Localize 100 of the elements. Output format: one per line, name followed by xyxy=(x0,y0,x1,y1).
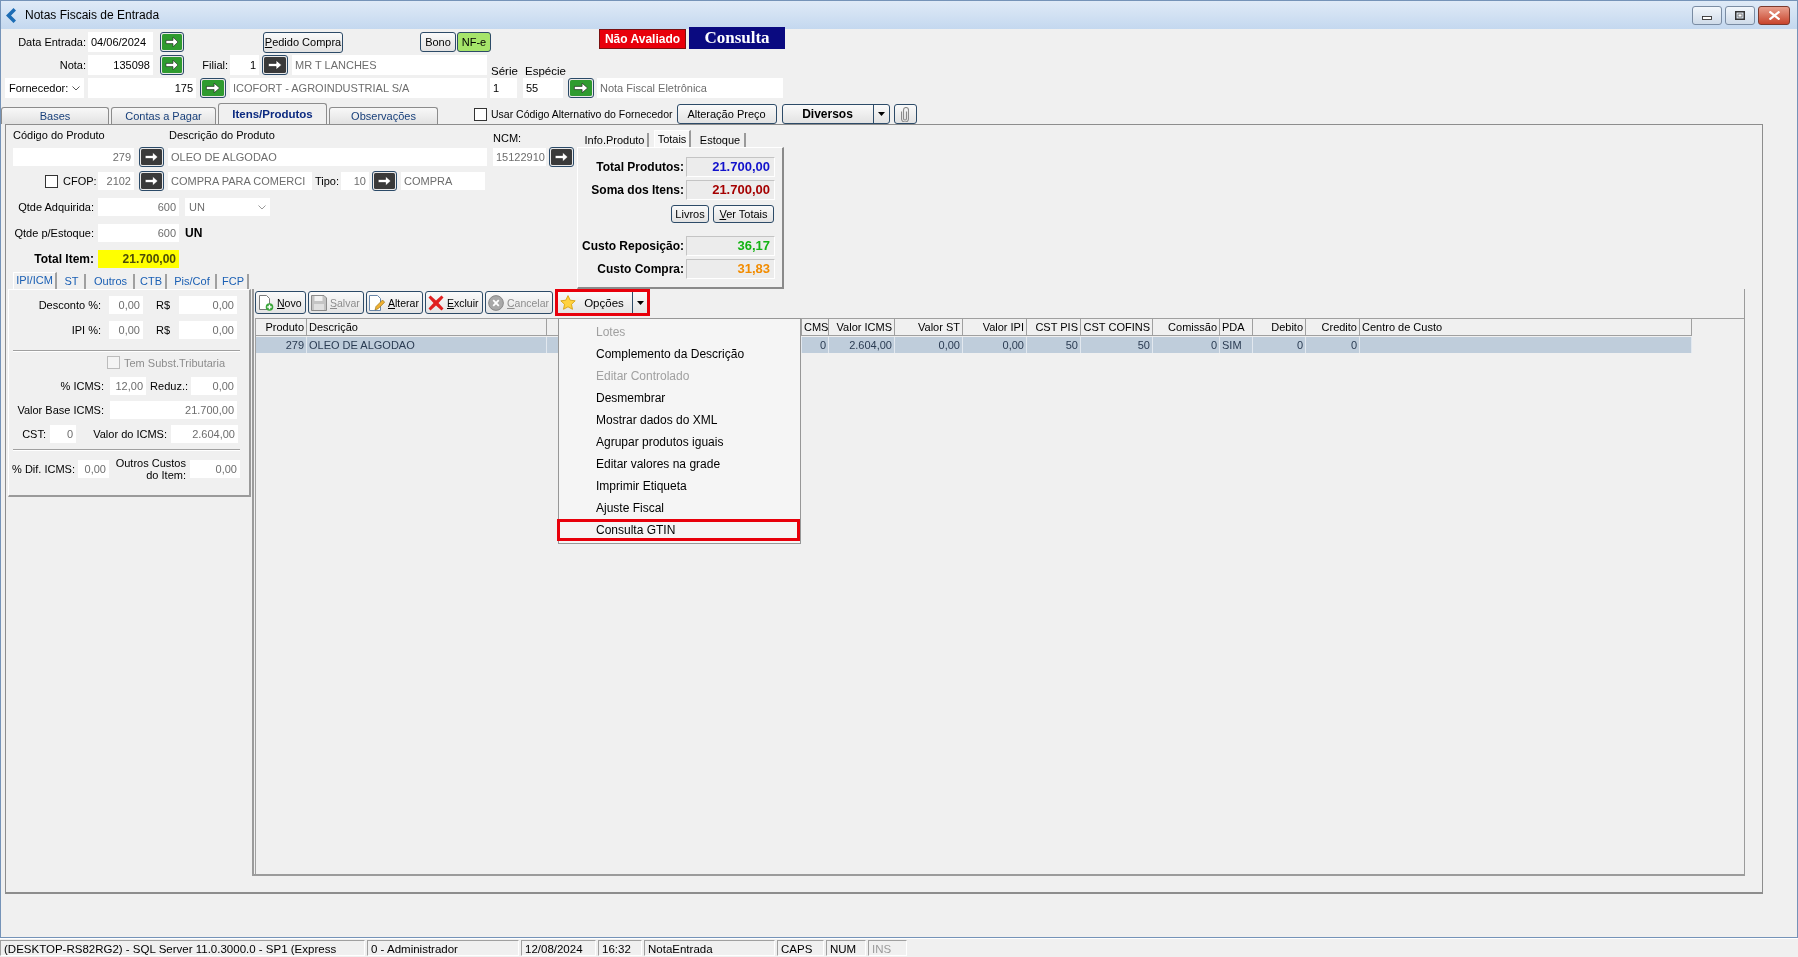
totals-button[interactable]: Livros xyxy=(671,205,709,223)
field-label: Total Item: xyxy=(33,252,94,266)
column-header[interactable]: Credito xyxy=(1306,319,1360,335)
status-segment: NUM xyxy=(826,940,866,956)
tab[interactable]: Contas a Pagar xyxy=(111,107,216,124)
menu-item[interactable]: Agrupar produtos iguais xyxy=(559,431,800,453)
cost-value: 36,17 xyxy=(686,236,775,256)
field-label: Qtde Adquirida: xyxy=(17,201,94,213)
field-label: Reduz.: xyxy=(150,380,188,392)
window-title: Notas Fiscais de Entrada xyxy=(25,8,160,22)
bono-button[interactable]: Bono xyxy=(420,32,456,52)
column-header[interactable]: Valor IPI xyxy=(963,319,1027,335)
price-change-button[interactable]: Alteração Preço xyxy=(676,104,777,124)
close-button[interactable] xyxy=(1758,5,1790,25)
options-button[interactable]: Opções xyxy=(555,289,650,316)
column-header[interactable]: Comissão xyxy=(1153,319,1220,335)
column-header[interactable]: Debito xyxy=(1253,319,1306,335)
menu-item[interactable]: Imprimir Etiqueta xyxy=(559,475,800,497)
tab[interactable]: Observações xyxy=(329,107,438,124)
menu-item[interactable]: Consulta GTIN xyxy=(560,522,797,538)
tab[interactable]: Totais xyxy=(654,130,691,147)
table-cell: 50 xyxy=(1081,337,1153,353)
column-header[interactable]: Centro de Custo xyxy=(1360,319,1692,335)
tab[interactable]: ST xyxy=(59,274,86,289)
lookup-button[interactable] xyxy=(160,32,184,52)
tab[interactable]: FCP xyxy=(219,274,249,289)
column-header[interactable]: Produto xyxy=(256,319,307,335)
maximize-button[interactable] xyxy=(1725,5,1755,25)
supplier-code-field[interactable]: 175 xyxy=(88,78,196,98)
delete-button[interactable]: Excluir xyxy=(425,291,483,314)
lookup-button[interactable] xyxy=(568,78,594,98)
column-header[interactable]: Valor ICMS xyxy=(829,319,895,335)
lookup-button[interactable] xyxy=(200,78,226,98)
tab[interactable]: Itens/Produtos xyxy=(218,103,327,124)
column-header[interactable]: PDA xyxy=(1220,319,1253,335)
supplier-select[interactable]: Fornecedor: xyxy=(5,78,84,98)
paperclip-icon xyxy=(901,106,909,122)
edit-document-icon xyxy=(369,294,385,311)
tab[interactable]: Info.Produto xyxy=(582,133,649,147)
column-header[interactable]: Valor ST xyxy=(895,319,963,335)
field-label: Valor do ICMS: xyxy=(92,428,167,440)
column-header[interactable]: Descrição xyxy=(307,319,547,335)
arrow-right-icon xyxy=(202,80,224,96)
minimize-icon xyxy=(1702,16,1712,20)
totals-button[interactable]: Ver Totais xyxy=(713,205,774,223)
tab[interactable]: IPI/ICM xyxy=(13,272,57,289)
tab[interactable]: CTB xyxy=(137,274,167,289)
date-field[interactable]: 04/06/2024 xyxy=(88,32,153,52)
menu-item[interactable]: Desmembrar xyxy=(559,387,800,409)
dropdown-button[interactable]: Diversos xyxy=(781,104,890,124)
table-cell: 0 xyxy=(802,337,829,353)
maximize-icon xyxy=(1735,10,1745,20)
checkbox-label: Usar Código Alternativo do Fornecedor xyxy=(491,108,673,120)
branch-field[interactable]: 1 xyxy=(230,55,259,75)
currency-label: R$ xyxy=(156,324,172,336)
new-button[interactable]: Novo xyxy=(255,291,306,314)
field-label: Valor Base ICMS: xyxy=(16,404,104,416)
table-cell: OLEO DE ALGODAO xyxy=(307,337,547,353)
new-document-icon xyxy=(258,294,274,311)
arrow-right-icon xyxy=(162,34,182,50)
currency-label: R$ xyxy=(156,299,172,311)
field-label: IPI %: xyxy=(70,324,101,336)
field-label: % ICMS: xyxy=(59,380,104,392)
lookup-button[interactable] xyxy=(160,55,184,75)
field-label: Desconto %: xyxy=(37,299,101,311)
star-icon xyxy=(560,294,576,311)
table-cell: 0 xyxy=(1153,337,1220,353)
checkbox[interactable] xyxy=(474,107,487,121)
checkbox-label: Tem Subst.Tributaria xyxy=(124,356,226,369)
field-label: Série xyxy=(491,65,519,77)
arrow-right-icon xyxy=(162,57,182,73)
edit-button[interactable]: Alterar xyxy=(366,291,423,314)
minimize-button[interactable] xyxy=(1692,5,1722,25)
pedido-compra-button[interactable]: Pedido Compra xyxy=(263,31,343,53)
column-header[interactable]: CST PIS xyxy=(1027,319,1081,335)
tab[interactable]: Pis/Cof xyxy=(169,274,217,289)
status-segment: CAPS xyxy=(777,940,824,956)
nfe-badge: NF-e xyxy=(457,32,491,52)
caret-icon xyxy=(877,112,885,116)
column-header[interactable]: CMS xyxy=(802,319,829,335)
mode-badge: Consulta xyxy=(689,27,785,49)
total-label: Total Produtos: xyxy=(595,160,684,174)
tab[interactable]: Estoque xyxy=(696,133,746,147)
x-mark-icon xyxy=(428,294,444,311)
series-field[interactable]: 1 xyxy=(490,78,517,98)
total-value: 21.700,00 xyxy=(686,157,775,177)
table-cell: 0 xyxy=(1253,337,1306,353)
document-type-field[interactable]: 55 xyxy=(523,78,563,98)
menu-item[interactable]: Mostrar dados do XML xyxy=(559,409,800,431)
field-label: Outros Custos do Item: xyxy=(114,457,186,481)
checkbox[interactable] xyxy=(45,174,58,188)
menu-item[interactable]: Editar valores na grade xyxy=(559,453,800,475)
invoice-number-field[interactable]: 135098 xyxy=(88,55,153,75)
column-header[interactable]: CST COFINS xyxy=(1081,319,1153,335)
field-label: Nota: xyxy=(58,59,86,71)
menu-item[interactable]: Ajuste Fiscal xyxy=(559,497,800,519)
table-cell: 0,00 xyxy=(895,337,963,353)
tab[interactable]: Outros xyxy=(88,274,135,289)
tab[interactable]: Bases xyxy=(1,107,109,124)
attach-button[interactable] xyxy=(893,104,917,124)
